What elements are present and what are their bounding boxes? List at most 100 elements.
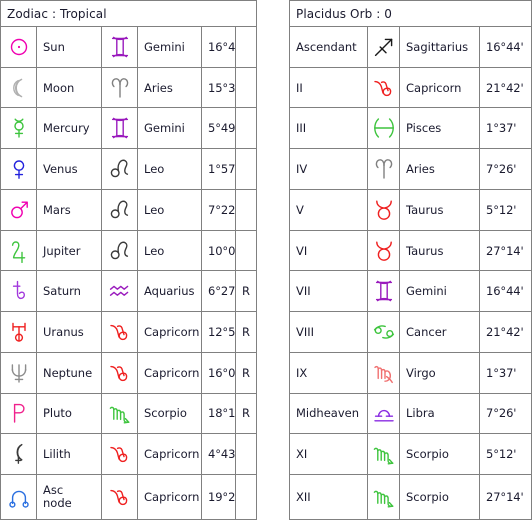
retrograde-flag bbox=[234, 26, 258, 68]
planet-name: Moon bbox=[36, 66, 102, 109]
leo-symbol bbox=[108, 157, 132, 181]
taurus-symbol-cell bbox=[367, 229, 400, 272]
aquarius-symbol-cell bbox=[101, 270, 138, 313]
uranus-symbol bbox=[7, 320, 31, 344]
house-sign-name: Pisces bbox=[399, 107, 480, 150]
retrograde-flag bbox=[234, 148, 258, 190]
retrograde-flag bbox=[234, 107, 258, 150]
sun-symbol bbox=[7, 35, 31, 59]
planet-row: Mercury Gemini 5°49' bbox=[0, 107, 258, 150]
scorpio-symbol-cell bbox=[367, 433, 400, 476]
planet-row: Lilith Capricorn 4°43' bbox=[0, 433, 258, 476]
planet-position: 16°44' bbox=[201, 26, 236, 68]
house-position: 21°42' bbox=[479, 311, 532, 353]
planet-name: Uranus bbox=[36, 311, 102, 353]
planet-row: Sun Gemini16°44' bbox=[0, 26, 258, 68]
saturn-symbol bbox=[7, 279, 31, 303]
planet-position: 7°22' bbox=[201, 188, 236, 231]
taurus-symbol-cell bbox=[367, 188, 400, 231]
house-label: VII bbox=[289, 270, 368, 313]
mercury-symbol bbox=[7, 116, 31, 140]
house-position: 21°42' bbox=[479, 66, 532, 109]
house-sign-name: Scorpio bbox=[399, 433, 480, 476]
asc-node-symbol bbox=[7, 485, 31, 509]
moon-symbol-cell bbox=[0, 66, 37, 109]
pluto-symbol-cell bbox=[0, 392, 37, 435]
cancer-symbol bbox=[372, 320, 396, 344]
retrograde-flag bbox=[234, 433, 258, 476]
lilith-symbol bbox=[7, 442, 31, 466]
house-sign-name: Sagittarius bbox=[399, 26, 480, 68]
planet-row: Pluto Scorpio18°14'R bbox=[0, 392, 258, 435]
planet-sign-name: Capricorn bbox=[137, 351, 202, 394]
planet-row: Saturn Aquarius 6°27' R bbox=[0, 270, 258, 313]
retrograde-flag: R bbox=[234, 270, 258, 313]
aries-symbol-cell bbox=[101, 66, 138, 109]
house-cusps-table: Placidus Orb : 0 Ascendant Sagittarius 16°… bbox=[289, 0, 532, 520]
capricorn-symbol bbox=[372, 76, 396, 100]
planet-row: Neptune Capricorn16°09'R bbox=[0, 351, 258, 394]
scorpio-symbol-cell bbox=[101, 392, 138, 435]
house-position: 1°37' bbox=[479, 351, 532, 394]
house-position: 7°26' bbox=[479, 392, 532, 435]
taurus-symbol bbox=[372, 239, 396, 263]
gemini-symbol bbox=[372, 279, 396, 303]
planet-position: 12°50' bbox=[201, 311, 236, 353]
house-label: IX bbox=[289, 351, 368, 394]
venus-symbol bbox=[7, 157, 31, 181]
planet-name: Saturn bbox=[36, 270, 102, 313]
capricorn-symbol-cell bbox=[101, 474, 138, 520]
house-sign-name: Capricorn bbox=[399, 66, 480, 109]
house-row: Midheaven Libra 7°26' bbox=[289, 392, 532, 435]
house-position: 16°44' bbox=[479, 270, 532, 313]
capricorn-symbol bbox=[108, 320, 132, 344]
libra-symbol-cell bbox=[367, 392, 400, 435]
house-label: XII bbox=[289, 474, 368, 520]
house-label: V bbox=[289, 188, 368, 231]
house-label: VI bbox=[289, 229, 368, 272]
gemini-symbol-cell bbox=[367, 270, 400, 313]
planet-position: 19°20' bbox=[201, 474, 236, 520]
house-sign-name: Taurus bbox=[399, 229, 480, 272]
planet-sign-name: Aquarius bbox=[137, 270, 202, 313]
scorpio-symbol bbox=[372, 485, 396, 509]
gemini-symbol-cell bbox=[101, 107, 138, 150]
retrograde-flag bbox=[234, 66, 258, 109]
mars-symbol bbox=[7, 198, 31, 222]
planet-name: Venus bbox=[36, 148, 102, 190]
house-row: VI Taurus 27°14' bbox=[289, 229, 532, 272]
planet-name: Mars bbox=[36, 188, 102, 231]
house-system-title: Placidus Orb : 0 bbox=[289, 0, 532, 27]
planet-position: 18°14' bbox=[201, 392, 236, 435]
saturn-symbol-cell bbox=[0, 270, 37, 313]
capricorn-symbol-cell bbox=[101, 311, 138, 353]
planet-row: Venus Leo 1°57' bbox=[0, 148, 258, 190]
planet-name: Sun bbox=[36, 26, 102, 68]
planet-name: Neptune bbox=[36, 351, 102, 394]
scorpio-symbol-cell bbox=[367, 474, 400, 520]
house-table-header: Placidus Orb : 0 bbox=[289, 0, 532, 27]
capricorn-symbol bbox=[108, 485, 132, 509]
house-label: II bbox=[289, 66, 368, 109]
house-row: XII Scorpio 27°14' bbox=[289, 474, 532, 520]
retrograde-flag: R bbox=[234, 311, 258, 353]
virgo-symbol-cell bbox=[367, 351, 400, 394]
planet-name: Asc node bbox=[36, 474, 102, 520]
gemini-symbol bbox=[108, 35, 132, 59]
planet-position: 15°34' bbox=[201, 66, 236, 109]
house-position: 5°12' bbox=[479, 188, 532, 231]
planet-position: 4°43' bbox=[201, 433, 236, 476]
pisces-symbol bbox=[372, 116, 396, 140]
house-position: 16°44' bbox=[479, 26, 532, 68]
capricorn-symbol bbox=[108, 442, 132, 466]
planet-position: 16°09' bbox=[201, 351, 236, 394]
planet-row: Jupiter Leo10°09' bbox=[0, 229, 258, 272]
house-position: 27°14' bbox=[479, 474, 532, 520]
house-position: 7°26' bbox=[479, 148, 532, 190]
house-row: VIII Cancer 21°42' bbox=[289, 311, 532, 353]
jupiter-symbol-cell bbox=[0, 229, 37, 272]
house-position: 27°14' bbox=[479, 229, 532, 272]
house-sign-name: Cancer bbox=[399, 311, 480, 353]
scorpio-symbol bbox=[108, 401, 132, 425]
planet-sign-name: Leo bbox=[137, 229, 202, 272]
